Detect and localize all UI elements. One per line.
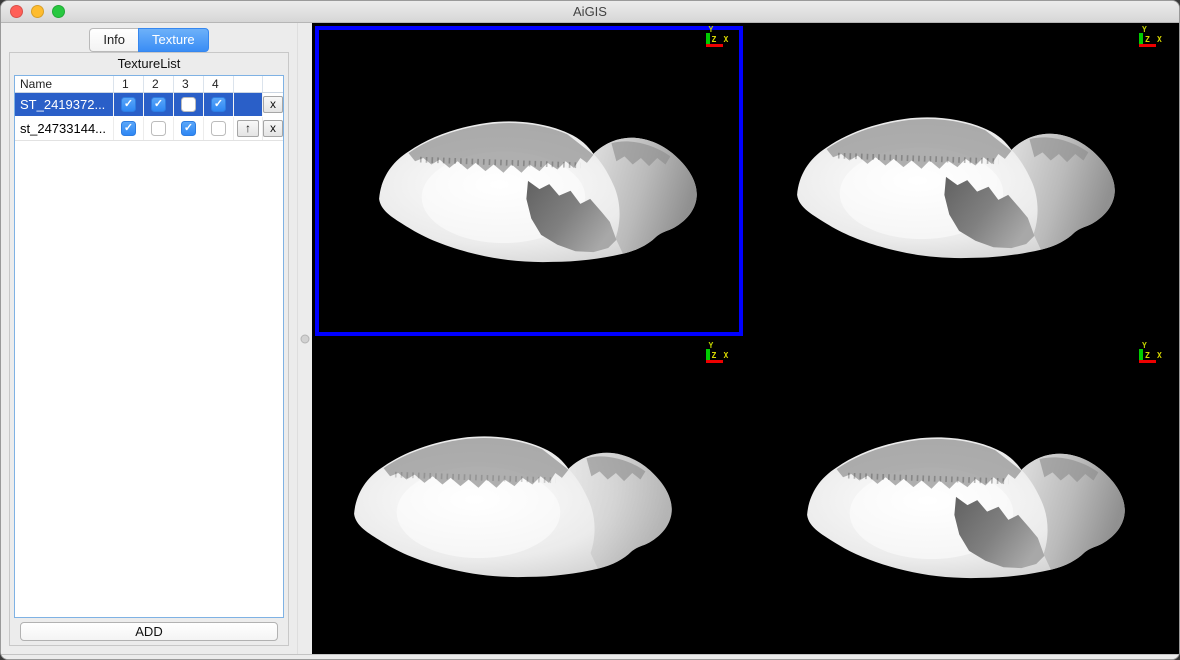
column-header-4: 4 — [203, 76, 233, 92]
texture-channel-3-checkbox[interactable] — [181, 121, 196, 136]
axis-z-label: Z — [712, 35, 717, 44]
axis-y-label: Y — [1142, 341, 1147, 350]
texture-channel-3-checkbox[interactable] — [181, 97, 196, 112]
splitter-knob[interactable] — [301, 334, 310, 343]
delete-texture-button[interactable]: x — [263, 120, 283, 137]
window-title: AiGIS — [573, 4, 607, 19]
table-row[interactable]: ST_2419372... x — [15, 93, 283, 117]
texture-channel-2-checkbox[interactable] — [151, 121, 166, 136]
axis-x-label: X — [724, 35, 729, 44]
column-header-name: Name — [15, 76, 113, 92]
y-axis-bar — [706, 33, 710, 44]
move-up-button[interactable]: ↑ — [237, 120, 259, 137]
texture-channel-1-checkbox[interactable] — [121, 97, 136, 112]
x-axis-bar — [706, 360, 723, 363]
texture-table-body: ST_2419372... x st_24733144... ↑ x — [15, 93, 283, 141]
panel-splitter[interactable] — [297, 23, 312, 654]
texture-panel: TextureList Name 1 2 3 4 ST_2419372... — [9, 52, 289, 646]
column-header-2: 2 — [143, 76, 173, 92]
axis-gizmo: Y Z X — [1138, 343, 1164, 364]
viewport-grid: Y Z X Y Z X — [312, 23, 1179, 654]
y-axis-bar — [1139, 349, 1143, 360]
axis-z-label: Z — [1145, 35, 1150, 44]
viewport-pane-bottom-left[interactable]: Y Z X — [312, 339, 746, 655]
axis-y-label: Y — [1142, 25, 1147, 34]
axis-x-label: X — [1157, 351, 1162, 360]
x-axis-bar — [1139, 44, 1156, 47]
texture-channel-4-checkbox[interactable] — [211, 121, 226, 136]
app-window: AiGIS InfoTexture TextureList Name 1 2 3… — [0, 0, 1180, 660]
viewport-pane-top-left[interactable]: Y Z X — [312, 23, 746, 339]
tab-bar: InfoTexture — [1, 28, 297, 52]
column-header-3: 3 — [173, 76, 203, 92]
y-axis-bar — [1139, 33, 1143, 44]
minimize-button[interactable] — [31, 5, 44, 18]
viewport-pane-bottom-right[interactable]: Y Z X — [746, 339, 1180, 655]
delete-texture-button[interactable]: x — [263, 96, 283, 113]
asteroid-model — [366, 82, 726, 287]
axis-x-label: X — [724, 351, 729, 360]
x-axis-bar — [1139, 360, 1156, 363]
tab-texture[interactable]: Texture — [138, 28, 209, 52]
texture-name[interactable]: ST_2419372... — [15, 93, 113, 116]
texture-table: Name 1 2 3 4 ST_2419372... x st_24733144… — [14, 75, 284, 618]
y-axis-bar — [706, 349, 710, 360]
axis-gizmo: Y Z X — [705, 343, 731, 364]
viewport-pane-top-right[interactable]: Y Z X — [746, 23, 1180, 339]
column-header-delete — [262, 76, 283, 92]
title-bar[interactable]: AiGIS — [1, 1, 1179, 23]
content-area: InfoTexture TextureList Name 1 2 3 4 ST_… — [1, 23, 1179, 654]
add-texture-button[interactable]: ADD — [20, 622, 278, 641]
asteroid-model — [784, 78, 1144, 283]
texture-name[interactable]: st_24733144... — [15, 117, 113, 140]
axis-y-label: Y — [709, 25, 714, 34]
column-header-1: 1 — [113, 76, 143, 92]
texture-channel-1-checkbox[interactable] — [121, 121, 136, 136]
axis-gizmo: Y Z X — [705, 27, 731, 48]
sidebar: InfoTexture TextureList Name 1 2 3 4 ST_… — [1, 23, 297, 654]
axis-y-label: Y — [709, 341, 714, 350]
zoom-button[interactable] — [52, 5, 65, 18]
window-controls — [10, 5, 65, 18]
texture-channel-4-checkbox[interactable] — [211, 97, 226, 112]
axis-z-label: Z — [1145, 351, 1150, 360]
panel-title: TextureList — [10, 53, 288, 75]
axis-x-label: X — [1157, 35, 1162, 44]
tab-info[interactable]: Info — [89, 28, 138, 52]
asteroid-model — [341, 398, 701, 603]
axis-z-label: Z — [712, 351, 717, 360]
asteroid-model — [794, 399, 1154, 604]
axis-gizmo: Y Z X — [1138, 27, 1164, 48]
column-header-up — [233, 76, 262, 92]
close-button[interactable] — [10, 5, 23, 18]
texture-channel-2-checkbox[interactable] — [151, 97, 166, 112]
window-bottom-edge — [1, 654, 1179, 660]
table-header: Name 1 2 3 4 — [15, 76, 283, 93]
x-axis-bar — [706, 44, 723, 47]
table-row[interactable]: st_24733144... ↑ x — [15, 117, 283, 141]
